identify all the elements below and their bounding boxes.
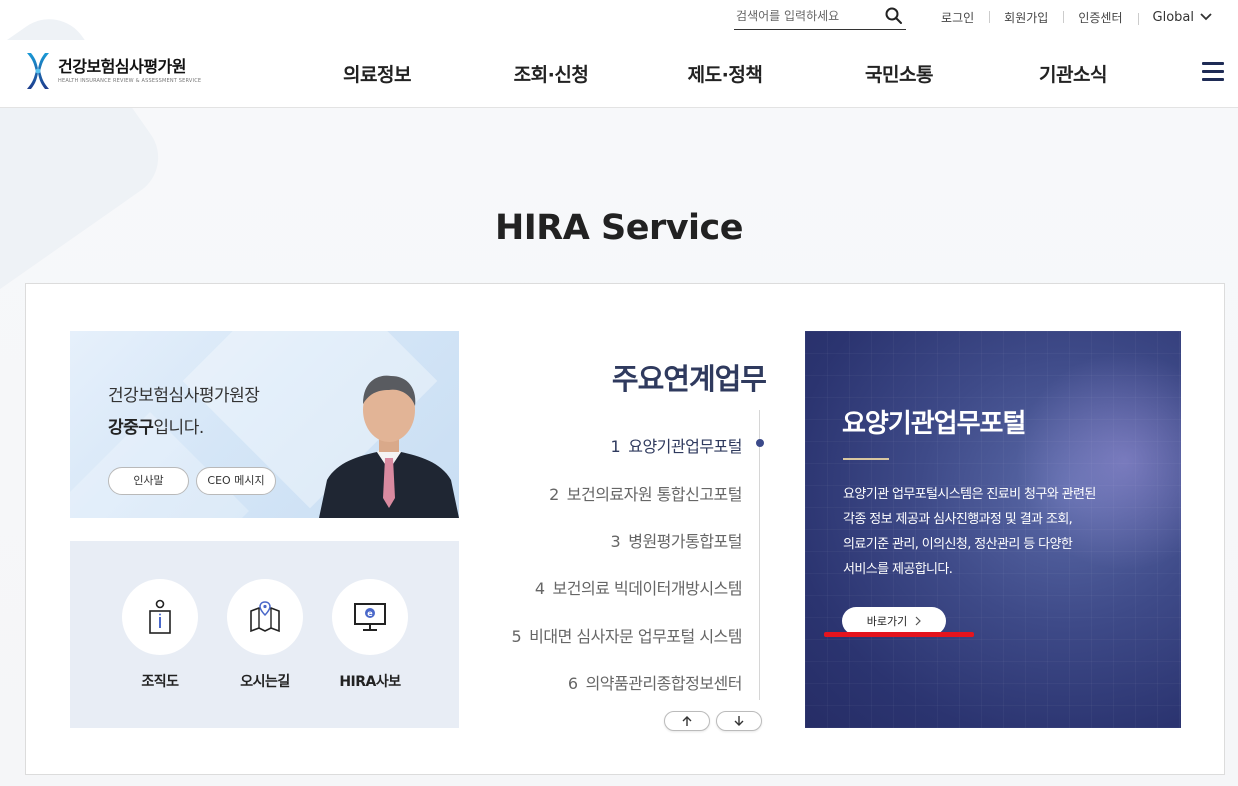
feature-title: 요양기관업무포털 [842, 409, 1026, 439]
svg-text:e: e [367, 609, 373, 618]
quick-link-org-chart[interactable]: 조직도 [122, 579, 198, 691]
section-title: HIRA Service [494, 208, 744, 248]
logo-title: 건강보험심사평가원 [58, 57, 186, 76]
link-item[interactable]: 2 보건의료자원 통합신고포털 [549, 481, 742, 505]
ceo-message-button[interactable]: CEO 메시지 [196, 467, 276, 495]
certificate-center-link[interactable]: 인증센터 [1063, 9, 1137, 26]
quick-link-label: 오시는길 [240, 674, 290, 690]
nav-lookup-apply[interactable]: 조회·신청 [464, 60, 638, 87]
logo-mark-icon [27, 53, 49, 89]
nav-public-communication[interactable]: 국민소통 [812, 60, 986, 87]
highlight-underline [824, 632, 974, 637]
link-item[interactable]: 4 보건의료 빅데이터개방시스템 [535, 575, 743, 599]
signup-link[interactable]: 회원가입 [989, 9, 1063, 26]
arrow-down-icon [734, 716, 744, 726]
ceo-name-line: 강중구입니다. [108, 413, 204, 438]
feature-divider [843, 458, 889, 460]
link-item[interactable]: 6 의약품관리종합정보센터 [568, 670, 743, 694]
logo-subtitle: HEALTH INSURANCE REVIEW & ASSESSMENT SER… [58, 78, 202, 84]
feature-description: 요양기관 업무포털시스템은 진료비 청구와 관련된 각종 정보 제공과 심사진행… [843, 487, 1096, 577]
ceo-name: 강중구 [108, 418, 154, 438]
link-item[interactable]: 1 요양기관업무포털 [611, 433, 743, 457]
org-chart-icon [149, 599, 171, 634]
links-timeline [759, 410, 760, 700]
ceo-suffix: 입니다. [153, 418, 204, 438]
search-input[interactable] [734, 4, 875, 28]
nav-system-policy[interactable]: 제도·정책 [638, 60, 812, 87]
main-navigation: 의료정보 조회·신청 제도·정책 국민소통 기관소식 [290, 40, 1160, 106]
search-box [734, 4, 907, 30]
feature-card: 요양기관업무포털 요양기관 업무포털시스템은 진료비 청구와 관련된 각종 정보… [805, 331, 1181, 728]
active-indicator-dot [756, 439, 764, 447]
nav-agency-news[interactable]: 기관소식 [986, 60, 1160, 87]
site-logo[interactable]: 건강보험심사평가원 HEALTH INSURANCE REVIEW & ASSE… [24, 51, 201, 91]
greeting-button[interactable]: 인사말 [108, 467, 189, 495]
search-icon[interactable] [884, 6, 904, 26]
utility-bar: 로그인 회원가입 인증센터 Global [734, 4, 1212, 30]
link-item[interactable]: 5 비대면 심사자문 업무포털 시스템 [511, 623, 742, 647]
global-language-select[interactable]: Global [1137, 9, 1212, 25]
chevron-down-icon [1200, 13, 1212, 21]
links-title: 주요연계업무 [611, 362, 767, 396]
arrow-up-icon [682, 716, 692, 726]
quick-link-newsletter[interactable]: e HIRA사보 [332, 579, 408, 691]
scroll-down-button[interactable] [716, 711, 762, 731]
service-panel: 건강보험심사평가원장 강중구입니다. 인사말 CEO 메시지 조직도 오시는길 … [25, 283, 1225, 775]
quick-links: 조직도 오시는길 e HIRA사보 [70, 541, 459, 728]
go-button[interactable]: 바로가기 [842, 607, 946, 635]
chevron-right-icon [915, 616, 922, 626]
link-item[interactable]: 3 병원평가통합포털 [611, 528, 743, 552]
ceo-card: 건강보험심사평가원장 강중구입니다. 인사말 CEO 메시지 [70, 331, 459, 518]
header: 건강보험심사평가원 HEALTH INSURANCE REVIEW & ASSE… [0, 40, 1238, 108]
ceo-title: 건강보험심사평가원장 [108, 386, 260, 406]
newsletter-monitor-icon: e [354, 603, 386, 631]
login-link[interactable]: 로그인 [926, 9, 989, 26]
quick-link-label: 조직도 [141, 674, 179, 690]
nav-medical-info[interactable]: 의료정보 [290, 60, 464, 87]
ceo-portrait [319, 375, 459, 518]
scroll-up-button[interactable] [664, 711, 710, 731]
quick-link-label: HIRA사보 [339, 674, 401, 690]
global-label: Global [1152, 9, 1194, 25]
hamburger-menu-icon[interactable] [1202, 62, 1224, 82]
map-icon [250, 601, 280, 633]
quick-link-directions[interactable]: 오시는길 [227, 579, 303, 691]
go-button-label: 바로가기 [866, 615, 908, 628]
